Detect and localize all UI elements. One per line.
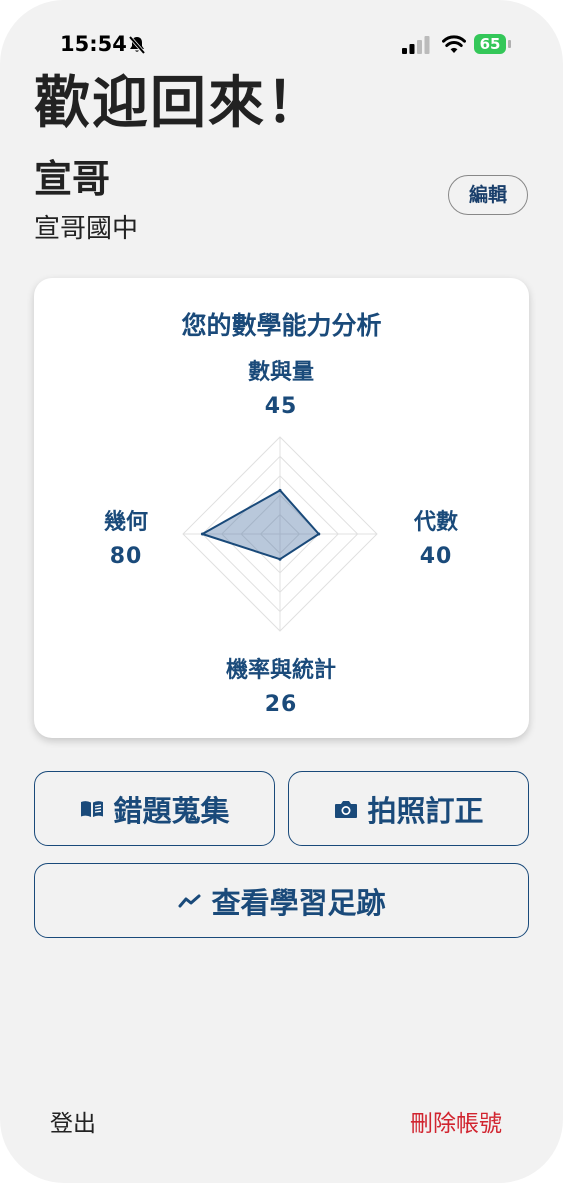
radar-point: [200, 532, 204, 536]
analysis-title: 您的數學能力分析: [181, 311, 382, 340]
radar-point: [278, 488, 282, 492]
axis-name-geometry: 幾何: [103, 510, 148, 535]
welcome-heading: 歡迎回來！: [34, 71, 324, 136]
book-icon: [81, 800, 104, 817]
radar-point: [317, 532, 321, 536]
axis-value-algebra: 40: [419, 544, 453, 569]
axis-value-number: 45: [264, 394, 298, 419]
learning-footprint-button[interactable]: 查看學習足跡: [34, 863, 529, 938]
photo-correction-label: 拍照訂正: [367, 793, 484, 828]
axis-label-number: 數與量 45: [181, 354, 381, 419]
phone-screen: 15:54 65 歡迎回來！ 宣哥 宣哥國中 編輯 您的數學能力分析 數與量 4…: [0, 0, 563, 1183]
battery-icon: 65: [474, 34, 514, 56]
axis-value-geometry: 80: [109, 544, 143, 569]
user-name: 宣哥: [34, 157, 111, 201]
logout-link[interactable]: 登出: [50, 1104, 96, 1138]
radar-point: [278, 557, 282, 561]
math-analysis-card: 您的數學能力分析 數與量 45 幾何 80 代數 40 機率與統計 26: [34, 278, 529, 738]
axis-label-statistics: 機率與統計 26: [181, 652, 381, 717]
status-time: 15:54: [60, 32, 127, 56]
learning-footprint-label: 查看學習足跡: [211, 885, 386, 920]
mistakes-collection-button[interactable]: 錯題蒐集: [34, 771, 275, 846]
radar-series-area: [201, 489, 320, 561]
camera-icon: [335, 800, 358, 818]
radar-chart: [182, 436, 378, 632]
axis-name-statistics: 機率與統計: [225, 658, 336, 683]
axis-label-algebra: 代數 40: [386, 504, 486, 569]
mistakes-collection-label: 錯題蒐集: [113, 793, 230, 828]
axis-label-geometry: 幾何 80: [76, 504, 176, 569]
axis-name-algebra: 代數: [413, 510, 458, 535]
axis-name-number: 數與量: [247, 360, 314, 385]
signal-icon: [402, 36, 430, 54]
wifi-icon: [442, 35, 466, 53]
battery-level: 65: [479, 35, 501, 53]
bell-muted-icon: [128, 35, 146, 55]
axis-value-statistics: 26: [264, 692, 298, 717]
school-name: 宣哥國中: [34, 214, 139, 244]
photo-correction-button[interactable]: 拍照訂正: [288, 771, 529, 846]
delete-account-link[interactable]: 刪除帳號: [410, 1104, 502, 1138]
edit-profile-button[interactable]: 編輯: [448, 175, 528, 215]
trend-icon: [178, 894, 201, 907]
